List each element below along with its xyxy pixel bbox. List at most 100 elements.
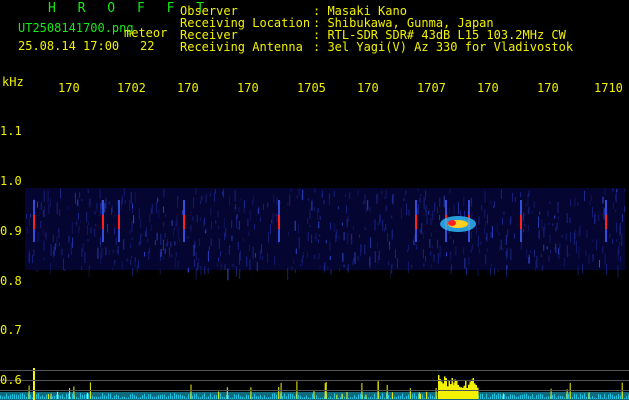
noise-speck [484, 209, 486, 219]
y-tick: 1.1 [0, 124, 22, 138]
noise-speck [223, 217, 225, 229]
noise-speck [453, 204, 455, 215]
floor-spike [542, 394, 543, 399]
noise-speck [507, 228, 509, 237]
noise-speck [68, 253, 70, 258]
noise-speck [76, 218, 78, 227]
noise-speck [520, 192, 522, 198]
noise-speck [33, 249, 35, 257]
noise-speck [219, 250, 221, 257]
noise-speck [237, 227, 239, 230]
noise-speck [365, 206, 367, 213]
floor-spike [130, 394, 131, 399]
noise-speck [45, 233, 47, 237]
level-spike [386, 384, 388, 399]
noise-speck [621, 233, 623, 246]
noise-speck [559, 243, 561, 249]
level-spike [569, 383, 571, 399]
floor-spike [620, 395, 621, 399]
noise-speck [274, 255, 276, 265]
noise-speck [263, 203, 264, 210]
noise-speck [138, 260, 139, 269]
noise-speck [156, 202, 158, 214]
noise-speck [253, 195, 255, 203]
signal-band [25, 188, 626, 281]
noise-speck [477, 235, 479, 247]
noise-speck [470, 248, 472, 254]
floor-spike [186, 397, 187, 399]
floor-spike [564, 397, 565, 399]
floor-spike [8, 396, 9, 399]
noise-speck [352, 226, 354, 230]
floor-spike [170, 393, 171, 399]
noise-speck [505, 251, 507, 256]
floor-spike [364, 396, 365, 399]
noise-speck [156, 232, 158, 241]
floor-spike [298, 395, 299, 399]
meteor-burst [475, 385, 477, 399]
noise-speck [476, 226, 477, 235]
noise-speck [293, 258, 295, 265]
noise-speck [148, 251, 150, 260]
noise-speck [58, 242, 60, 247]
floor-spike [40, 396, 41, 399]
noise-speck [619, 256, 621, 263]
noise-speck [87, 189, 89, 193]
noise-speck [134, 257, 136, 267]
noise-speck [464, 258, 466, 269]
noise-speck [68, 236, 70, 244]
noise-speck [270, 224, 271, 235]
noise-speck [157, 197, 159, 203]
meteor-burst [451, 378, 453, 399]
floor-spike [494, 393, 495, 399]
floor-spike [360, 393, 361, 399]
meteor-burst [438, 375, 440, 399]
noise-speck [500, 189, 502, 199]
floor-spike [124, 396, 125, 399]
noise-speck [163, 222, 165, 228]
floor-spike [248, 395, 249, 399]
noise-speck [401, 208, 402, 219]
floor-spike [338, 397, 339, 399]
floor-spike [332, 398, 333, 399]
floor-spike [70, 397, 71, 399]
noise-speck [374, 251, 376, 263]
noise-speck [319, 234, 321, 238]
floor-spike [52, 396, 53, 399]
noise-speck [115, 237, 117, 246]
noise-speck [150, 224, 152, 232]
floor-spike [178, 394, 179, 399]
floor-spike [578, 397, 579, 399]
floor-spike [244, 397, 245, 399]
noise-speck [96, 202, 98, 213]
noise-speck [318, 253, 320, 260]
noise-speck [97, 247, 99, 259]
noise-speck [391, 265, 393, 274]
floor-spike [94, 396, 95, 399]
meteor-burst [468, 384, 470, 399]
noise-speck [347, 215, 349, 222]
noise-speck [122, 240, 124, 249]
noise-speck [563, 257, 565, 268]
level-spike [87, 392, 88, 399]
noise-speck [596, 239, 598, 251]
noise-speck [329, 193, 331, 199]
noise-speck [59, 209, 61, 217]
floor-spike [14, 394, 15, 399]
level-spike [346, 392, 348, 399]
noise-speck [126, 258, 128, 262]
x-tick: 1702 [117, 81, 146, 95]
floor-spike [134, 395, 135, 399]
floor-spike [312, 393, 313, 399]
floor-spike [388, 395, 389, 399]
noise-speck [543, 228, 545, 233]
noise-speck [131, 255, 133, 259]
noise-speck [364, 227, 366, 230]
noise-speck [262, 256, 264, 260]
x-tick: 170 [357, 81, 379, 95]
floor-spike [480, 393, 481, 399]
noise-speck [446, 252, 447, 257]
noise-speck [311, 234, 313, 244]
noise-speck [208, 246, 210, 250]
floor-spike [580, 393, 581, 399]
